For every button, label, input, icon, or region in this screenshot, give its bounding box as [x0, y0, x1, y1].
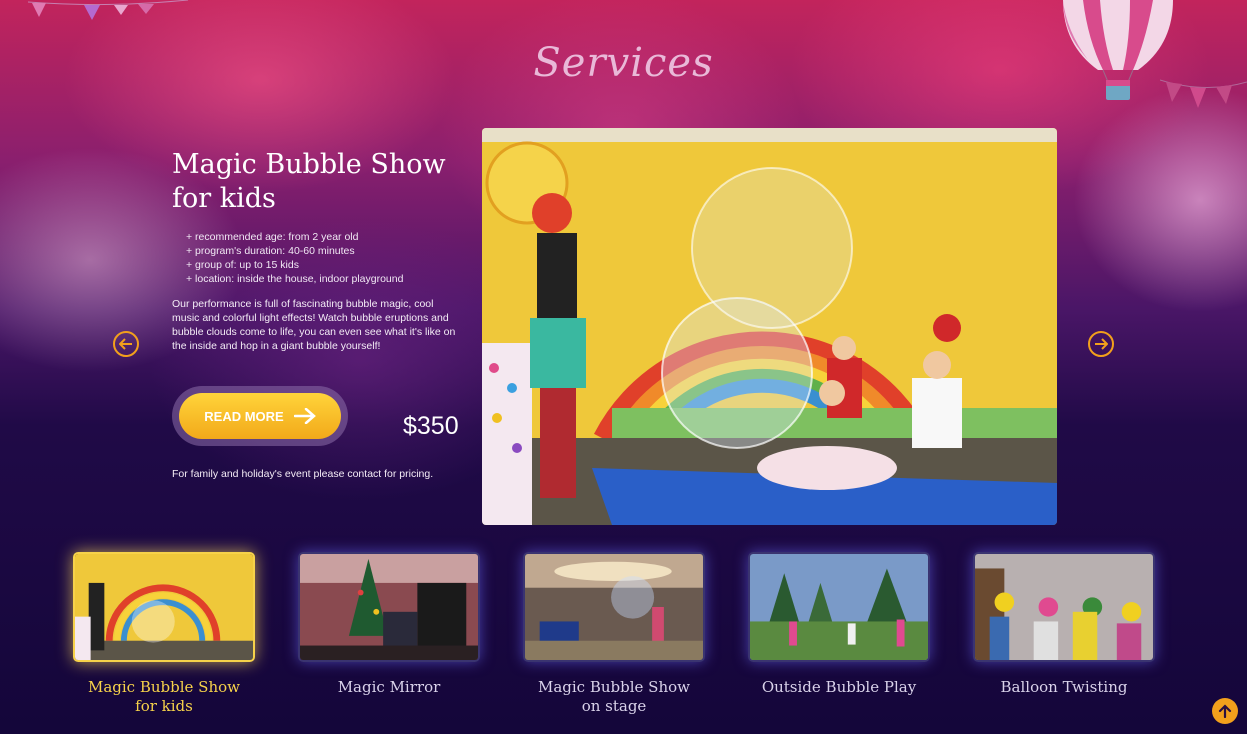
- section-title: Services: [533, 40, 714, 86]
- service-label-bubble-show-kids[interactable]: Magic Bubble Show for kids: [73, 678, 255, 716]
- prev-slide-button[interactable]: [113, 331, 139, 357]
- next-slide-button[interactable]: [1088, 331, 1114, 357]
- feature-item: + program's duration: 40-60 minutes: [186, 245, 355, 257]
- arrow-right-icon: [293, 408, 316, 424]
- arrow-left-circle-icon: [119, 338, 132, 350]
- service-label-line: for kids: [135, 697, 193, 715]
- service-label-line: Outside Bubble Play: [761, 678, 917, 696]
- feature-list: + recommended age: from 2 year old + pro…: [186, 230, 403, 286]
- feature-item: + location: inside the house, indoor pla…: [186, 273, 404, 285]
- read-more-halo: READ MORE: [172, 386, 348, 446]
- service-title-line2: for kids: [172, 183, 276, 214]
- read-more-label: READ MORE: [204, 408, 284, 424]
- service-label-line: Balloon Twisting: [1000, 678, 1128, 696]
- service-thumbnail-bubble-show-kids[interactable]: [73, 552, 255, 662]
- service-thumbnail-bubble-show-stage[interactable]: [523, 552, 705, 662]
- service-photo: [482, 128, 1057, 525]
- arrow-right-circle-icon: [1095, 338, 1108, 350]
- service-label-balloon-twisting[interactable]: Balloon Twisting: [973, 678, 1155, 697]
- service-description: Our performance is full of fascinating b…: [172, 298, 456, 352]
- service-price: $350: [403, 412, 459, 440]
- feature-item: + group of: up to 15 kids: [186, 259, 299, 271]
- service-label-bubble-show-stage[interactable]: Magic Bubble Show on stage: [523, 678, 705, 716]
- service-label-line: Magic Bubble Show: [87, 678, 240, 696]
- service-title: Magic Bubble Show for kids: [172, 148, 472, 216]
- service-thumbnail-balloon-twisting[interactable]: [973, 552, 1155, 662]
- service-label-line: on stage: [581, 697, 647, 715]
- service-label-line: Magic Mirror: [337, 678, 441, 696]
- service-label-magic-mirror[interactable]: Magic Mirror: [298, 678, 480, 697]
- service-title-line1: Magic Bubble Show: [172, 149, 446, 180]
- bunting-decoration-left: [28, 0, 188, 20]
- arrow-up-circle-icon: [1218, 704, 1232, 718]
- service-label-line: Magic Bubble Show: [537, 678, 690, 696]
- feature-item: + recommended age: from 2 year old: [186, 231, 359, 243]
- read-more-button[interactable]: READ MORE: [179, 393, 341, 439]
- contact-note: For family and holiday's event please co…: [172, 468, 434, 480]
- service-thumbnail-magic-mirror[interactable]: [298, 552, 480, 662]
- scroll-to-top-button[interactable]: [1212, 698, 1238, 724]
- service-thumbnail-outside-bubble-play[interactable]: [748, 552, 930, 662]
- service-label-outside-bubble-play[interactable]: Outside Bubble Play: [748, 678, 930, 697]
